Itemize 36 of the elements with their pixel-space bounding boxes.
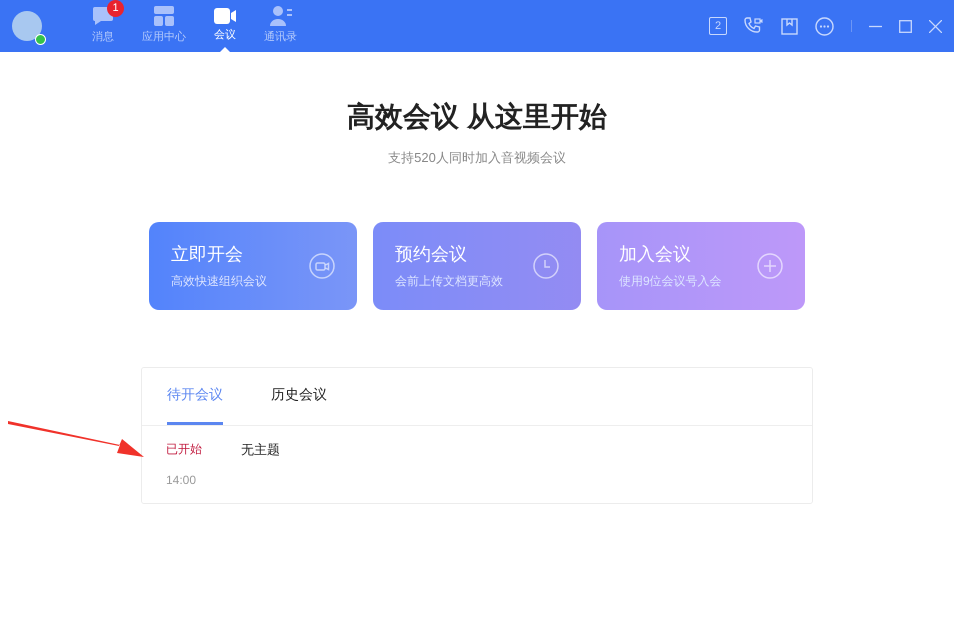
maximize-icon[interactable]	[899, 20, 912, 32]
meeting-row[interactable]: 已开始 无主题 14:00	[142, 426, 812, 503]
meeting-title: 无主题	[241, 440, 280, 458]
bookmark-icon[interactable]	[781, 18, 798, 34]
action-card[interactable]: 加入会议 使用9位会议号入会	[597, 222, 805, 310]
nav-tab[interactable]: 消息 1	[78, 0, 128, 52]
more-icon[interactable]	[815, 16, 834, 36]
video-camera-icon	[309, 252, 335, 278]
contacts-icon	[270, 6, 292, 26]
close-icon[interactable]	[929, 20, 942, 32]
nav-tab[interactable]: 会议	[200, 0, 250, 52]
nav-tab[interactable]: 通讯录	[250, 0, 311, 52]
selected-pointer-icon	[220, 47, 230, 52]
hero-title: 高效会议 从这里开始	[347, 100, 607, 134]
phone-video-icon[interactable]	[744, 17, 764, 35]
card-title: 加入会议	[619, 243, 692, 266]
meeting-status: 已开始	[166, 440, 203, 458]
grid-icon	[154, 6, 174, 26]
plus-icon	[757, 252, 783, 278]
card-subtitle: 使用9位会议号入会	[619, 273, 722, 290]
unread-badge: 1	[107, 0, 124, 17]
meeting-tab[interactable]: 待开会议	[167, 368, 223, 424]
nav-tab[interactable]: 应用中心	[128, 0, 200, 52]
card-subtitle: 高效快速组织会议	[171, 273, 267, 290]
online-status-icon	[35, 34, 46, 45]
card-title: 预约会议	[395, 243, 468, 266]
clock-icon	[533, 252, 559, 278]
hero-subtitle: 支持520人同时加入音视频会议	[388, 149, 566, 167]
action-card[interactable]: 预约会议 会前上传文档更高效	[373, 222, 581, 310]
video-camera-icon	[214, 8, 236, 24]
card-title: 立即开会	[171, 243, 244, 266]
card-subtitle: 会前上传文档更高效	[395, 273, 503, 290]
meeting-tab[interactable]: 历史会议	[271, 368, 327, 424]
action-card[interactable]: 立即开会 高效快速组织会议	[149, 222, 357, 310]
meeting-time: 14:00	[166, 472, 198, 489]
calendar-button[interactable]: 2	[709, 17, 727, 35]
